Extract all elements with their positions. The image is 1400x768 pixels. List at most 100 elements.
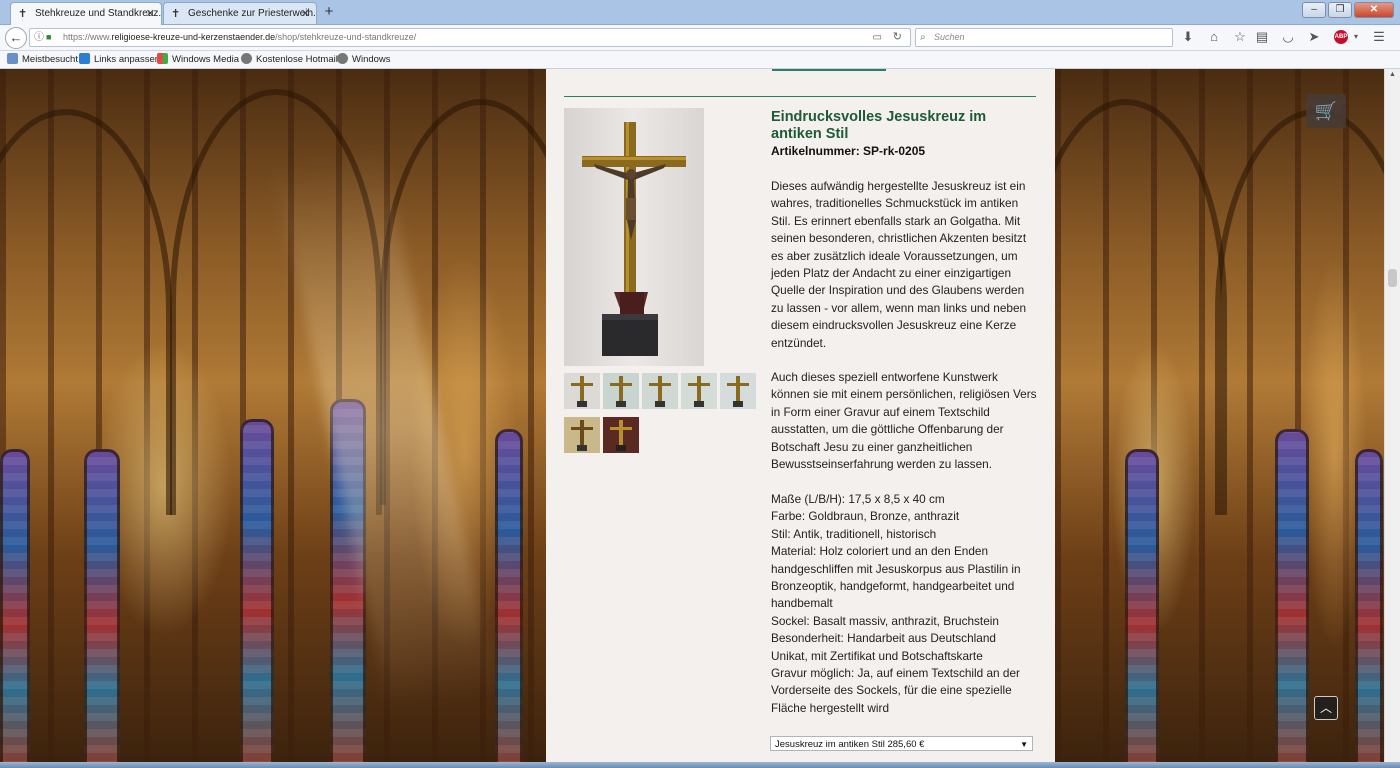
product-thumbnail[interactable] [642, 373, 678, 409]
page-scrollbar[interactable]: ▲ [1384, 69, 1400, 768]
stained-glass-window [0, 449, 30, 768]
tab-bar: ✝ Stehkreuze und Standkreuz... ✕ ✝ Gesch… [0, 0, 1400, 25]
bookmark-label: Kostenlose Hotmail [256, 54, 338, 65]
maximize-button[interactable]: ❐ [1328, 2, 1352, 18]
description-line: können sie mit einem persönlichen, relig… [771, 387, 1037, 402]
spec-line: Unikat, mit Zertifikat und Botschaftskar… [771, 648, 983, 663]
scrollbar-thumb[interactable] [1388, 269, 1397, 287]
globe-icon [241, 53, 252, 64]
url-text: https://www.religioese-kreuze-und-kerzen… [63, 32, 417, 42]
globe-icon [337, 53, 348, 64]
variant-select[interactable]: Jesuskreuz im antiken Stil 285,60 € ▼ [770, 736, 1033, 751]
minimize-button[interactable]: – [1302, 2, 1326, 18]
menu-icon[interactable]: ☰ [1370, 29, 1388, 45]
bookmark-label: Windows Media [172, 54, 240, 65]
description-line: Auch dieses speziell entworfene Kunstwer… [771, 370, 998, 384]
description-line: Botschaft Jesu zu einer ganzheitlichen [771, 439, 973, 454]
adblock-icon[interactable]: ABP [1334, 30, 1348, 44]
stained-glass-window [84, 449, 120, 768]
tab-stehkreuze[interactable]: ✝ Stehkreuze und Standkreuz... ✕ [10, 2, 162, 25]
pocket-icon[interactable]: ◡ [1279, 29, 1297, 45]
bookmark-links-anpassen[interactable]: Links anpassen [79, 53, 160, 67]
nav-accent-line [772, 69, 886, 71]
bookmark-kostenlose-hotmail[interactable]: Kostenlose Hotmail [241, 53, 338, 67]
crucifix-thumbnail [610, 376, 632, 407]
stained-glass-window [1275, 429, 1309, 768]
crucifix-thumbnail [727, 376, 749, 407]
description-line: wahres, traditionelles Schmuckstück im a… [771, 196, 1019, 211]
stained-glass-window [1355, 449, 1383, 768]
windows-icon [157, 53, 168, 64]
description-line: Bewusstseinserfahrung werden zu lassen. [771, 457, 992, 472]
spec-line: Material: Holz coloriert und an den Ende… [771, 544, 989, 559]
bookmark-windows[interactable]: Windows [337, 53, 391, 67]
os-taskbar [0, 762, 1400, 768]
description-line: Quelle der Inspiration und des Glaubens … [771, 283, 1025, 298]
star-icon[interactable]: ☆ [1231, 29, 1249, 45]
windows-icon [79, 53, 90, 64]
bookmark-meistbesucht[interactable]: Meistbesucht [7, 53, 78, 67]
search-placeholder: Suchen [934, 32, 965, 42]
variant-selected-value: Jesuskreuz im antiken Stil 285,60 € [775, 739, 925, 750]
spec-line: handbemalt [771, 596, 833, 611]
crucifix-thumbnail [649, 376, 671, 407]
description-line: seinen besonderen, christlichen Akzenten… [771, 231, 1027, 246]
product-thumbnail[interactable] [720, 373, 756, 409]
scroll-up-icon[interactable]: ▲ [1389, 71, 1396, 78]
close-window-button[interactable]: ✕ [1354, 2, 1394, 18]
new-tab-button[interactable]: + [320, 3, 338, 21]
spec-line: Maße (L/B/H): 17,5 x 8,5 x 40 cm [771, 492, 945, 506]
product-thumbnail[interactable] [603, 417, 639, 453]
bookmark-windows-media[interactable]: Windows Media [157, 53, 239, 67]
description-line: es aber zusätzlich ideale Voraussetzunge… [771, 248, 1018, 263]
spec-line: Vorderseite des Sockels, für die eine sp… [771, 683, 1012, 698]
folder-icon [7, 53, 18, 64]
description-line: in Form einer Gravur auf einem Textschil… [771, 404, 990, 419]
description-line: diesem eindrucksvollen Jesuskreuz eine K… [771, 318, 1017, 333]
product-specifications: Maße (L/B/H): 17,5 x 8,5 x 40 cm Farbe: … [771, 491, 1039, 717]
product-thumbnail[interactable] [564, 417, 600, 453]
product-content: Eindrucksvolles Jesuskreuz im antiken St… [546, 69, 1055, 768]
product-main-image[interactable] [564, 108, 704, 366]
search-icon: ⌕ [920, 32, 926, 43]
divider-line [564, 96, 1036, 97]
cathedral-background-left [0, 69, 546, 768]
product-thumbnail[interactable] [564, 373, 600, 409]
spec-line: handgeschliffen mit Jesuskorpus aus Plas… [771, 561, 1021, 576]
crucifix-image [582, 122, 686, 356]
spec-line: Sockel: Basalt massiv, anthrazit, Bruchs… [771, 613, 999, 628]
chevron-down-icon[interactable]: ▾ [1347, 29, 1365, 45]
home-icon[interactable]: ⌂ [1205, 29, 1223, 45]
download-icon[interactable]: ⬇ [1179, 29, 1197, 45]
product-description-2: Auch dieses speziell entworfene Kunstwer… [771, 369, 1039, 473]
spec-line: Farbe: Goldbraun, Bronze, anthrazit [771, 509, 960, 524]
description-line: zu lassen - vor allem, wenn man links un… [771, 300, 1027, 315]
send-icon[interactable]: ➤ [1305, 29, 1323, 45]
tab-close-icon[interactable]: ✕ [301, 7, 310, 20]
product-thumbnail[interactable] [603, 373, 639, 409]
library-icon[interactable]: ▤ [1253, 29, 1271, 45]
product-title: Eindrucksvolles Jesuskreuz im antiken St… [771, 109, 987, 142]
description-line: entzündet. [771, 335, 827, 350]
spec-line: Gravur möglich: Ja, auf einem Textschild… [771, 666, 1020, 681]
product-description-1: Dieses aufwändig hergestellte Jesuskreuz… [771, 178, 1039, 352]
tab-close-icon[interactable]: ✕ [146, 7, 155, 20]
cart-icon[interactable]: 🛒 [1306, 94, 1346, 128]
spec-line: Stil: Antik, traditionell, historisch [771, 526, 937, 541]
tab-label: Stehkreuze und Standkreuz... [35, 8, 162, 19]
arrow-up-icon[interactable]: ︿ [1314, 696, 1338, 720]
reader-view-icon[interactable]: ▭ [873, 29, 882, 46]
chevron-down-icon: ▼ [1020, 740, 1028, 749]
lock-icon: ■ [46, 32, 52, 42]
stained-glass-window [1125, 449, 1159, 768]
search-input[interactable]: ⌕ Suchen [915, 28, 1173, 47]
url-bar[interactable]: ⓘ ■ https://www.religioese-kreuze-und-ke… [29, 28, 911, 47]
back-arrow-icon[interactable]: ← [5, 27, 27, 49]
window-controls: – ❐ ✕ [1302, 2, 1394, 18]
product-thumbnail[interactable] [681, 373, 717, 409]
reload-icon[interactable]: ↻ [893, 29, 902, 46]
crucifix-thumbnail [571, 376, 593, 407]
tab-geschenke[interactable]: ✝ Geschenke zur Priesterweih... ✕ [163, 2, 317, 24]
crucifix-thumbnail [571, 420, 593, 451]
info-icon[interactable]: ⓘ [34, 29, 44, 46]
